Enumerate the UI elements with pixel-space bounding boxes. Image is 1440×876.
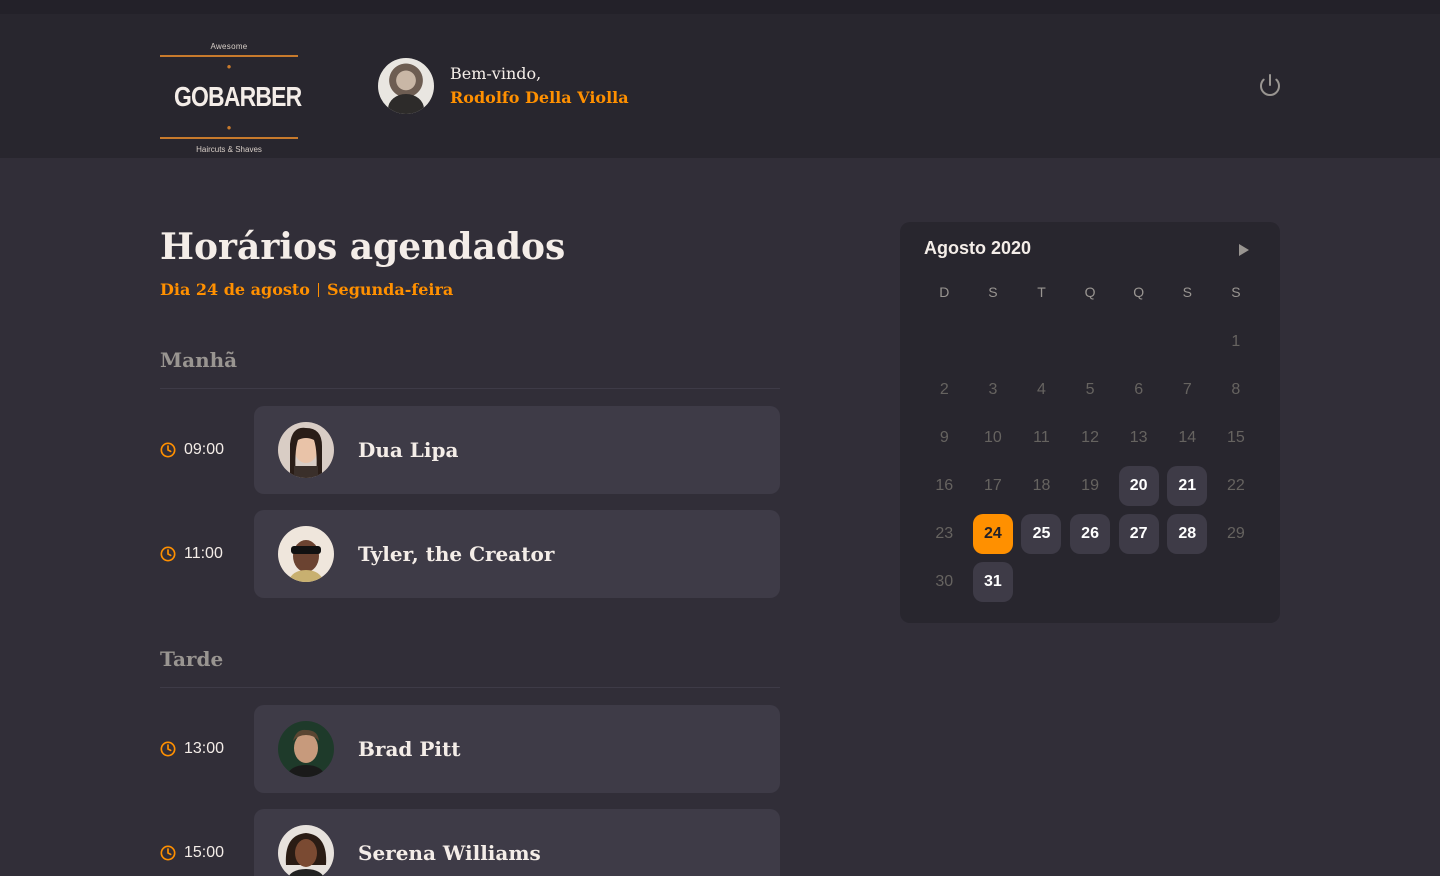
calendar-day: 2 [939,381,949,398]
client-name: Dua Lipa [358,438,459,462]
weekday-label: Q [1133,284,1145,300]
user-name-link[interactable]: Rodolfo Della Violla [450,86,629,110]
calendar-day: 16 [935,477,954,494]
afternoon-section: Tarde [160,645,780,688]
client-avatar [278,526,334,582]
calendar-day[interactable]: 28 [1167,514,1208,554]
calendar-day: 3 [988,381,998,398]
gobarber-logo[interactable]: Awesome • GOBARBER • Haircuts & Shaves [160,42,302,154]
appointment-time: 15:00 [160,844,254,862]
logo-dot-left: • [225,60,233,75]
clock-icon [160,741,176,757]
logo-bottom-text: Haircuts & Shaves [196,145,262,154]
page-title: Horários agendados [160,226,566,268]
next-month-button[interactable] [1232,238,1256,262]
calendar-day: 8 [1231,381,1241,398]
weekday-label: S [1182,284,1192,300]
morning-title: Manhã [160,346,780,389]
calendar-day: 15 [1226,429,1245,446]
calendar-day: 5 [1085,381,1095,398]
weekday-label: S [1231,284,1241,300]
client-avatar [278,422,334,478]
appointment-card[interactable]: Brad Pitt [254,705,780,793]
profile-texts: Bem-vindo, Rodolfo Della Violla [450,62,629,110]
calendar-day: 9 [939,429,949,446]
calendar-day: 14 [1178,429,1197,446]
weekday-label: Segunda-feira [326,280,454,299]
appointment-card[interactable]: Tyler, the Creator [254,510,780,598]
calendar-day: 4 [1037,381,1046,398]
day-info-separator [317,282,319,297]
calendar-day: 18 [1032,477,1051,494]
weekday-label: S [988,284,998,300]
calendar-day: 23 [935,525,954,542]
clock-icon [160,442,176,458]
calendar-day: 29 [1226,525,1245,542]
user-avatar[interactable] [378,58,434,114]
morning-section: Manhã [160,346,780,389]
appointment-card[interactable]: Serena Williams [254,809,780,876]
appointment-time-text: 15:00 [184,844,225,861]
client-name: Serena Williams [358,841,541,865]
day-label: Dia 24 de agosto [160,280,310,299]
user-profile[interactable]: Bem-vindo, Rodolfo Della Violla [378,58,629,114]
schedule-heading: Horários agendados Dia 24 de agosto Segu… [160,222,780,299]
appointment-row: 11:00 Tyler, the Creator [160,510,780,598]
logo-brand: GOBARBER [173,81,302,112]
weekday-label: T [1037,284,1046,300]
logo-dot-right: • [225,121,233,136]
weekday-label: Q [1084,284,1096,300]
client-avatar [278,721,334,777]
calendar-header: Agosto 2020 [924,238,1256,262]
client-name: Tyler, the Creator [358,542,555,566]
calendar-days: 1 2 3 4 5 6 7 8 9 10 11 12 13 14 15 16 17 18 19 20 21 22 23 24 2… [920,318,1260,606]
logo-rule-bottom [160,137,298,139]
calendar-day: 12 [1081,429,1099,446]
appointment-row: 13:00 Brad Pitt [160,705,780,793]
power-icon[interactable] [1258,73,1282,97]
weekday-label: D [939,284,950,300]
calendar-day: 19 [1081,477,1099,494]
calendar-day[interactable]: 26 [1070,514,1111,554]
appointment-time-text: 11:00 [184,545,223,562]
calendar-day: 1 [1231,333,1241,350]
clock-icon [160,546,176,562]
appointment-row: 15:00 Serena Williams [160,809,780,876]
calendar-day[interactable]: 27 [1118,514,1159,554]
calendar-day[interactable]: 24 [972,514,1013,554]
client-avatar [278,825,334,876]
app-header: Awesome • GOBARBER • Haircuts & Shaves B… [0,14,1440,158]
afternoon-title: Tarde [160,645,780,688]
clock-icon [160,845,176,861]
logo-top-text: Awesome [210,42,248,51]
selected-day-info: Dia 24 de agosto Segunda-feira [160,280,780,299]
top-strip [0,0,1440,14]
calendar-day: 22 [1226,477,1245,494]
calendar-day: 17 [983,477,1002,494]
calendar-weekdays: DSTQQSS [920,284,1260,304]
calendar-day[interactable]: 25 [1021,514,1062,554]
calendar-day: 13 [1129,429,1148,446]
appointment-card[interactable]: Dua Lipa [254,406,780,494]
calendar-day[interactable]: 20 [1118,466,1159,506]
appointment-time: 09:00 [160,441,254,459]
calendar-day[interactable]: 21 [1167,466,1208,506]
calendar-month: Agosto 2020 [924,238,1032,258]
client-name: Brad Pitt [358,737,461,761]
calendar: Agosto 2020 DSTQQSS 1 2 3 4 5 6 7 8 9 10 11 12 13 14 1… [900,222,1280,623]
calendar-day: 7 [1182,381,1192,398]
calendar-day[interactable]: 31 [972,562,1013,602]
appointment-time: 11:00 [160,545,254,563]
calendar-day: 10 [983,429,1002,446]
calendar-day: 11 [1033,429,1050,446]
appointment-time: 13:00 [160,740,254,758]
calendar-day: 6 [1134,381,1144,398]
appointment-row: 09:00 Dua Lipa [160,406,780,494]
appointment-time-text: 13:00 [184,740,225,757]
appointment-time-text: 09:00 [184,441,225,458]
calendar-day: 30 [935,573,954,590]
welcome-text: Bem-vindo, [450,64,542,83]
chevron-right-icon [1239,244,1249,256]
